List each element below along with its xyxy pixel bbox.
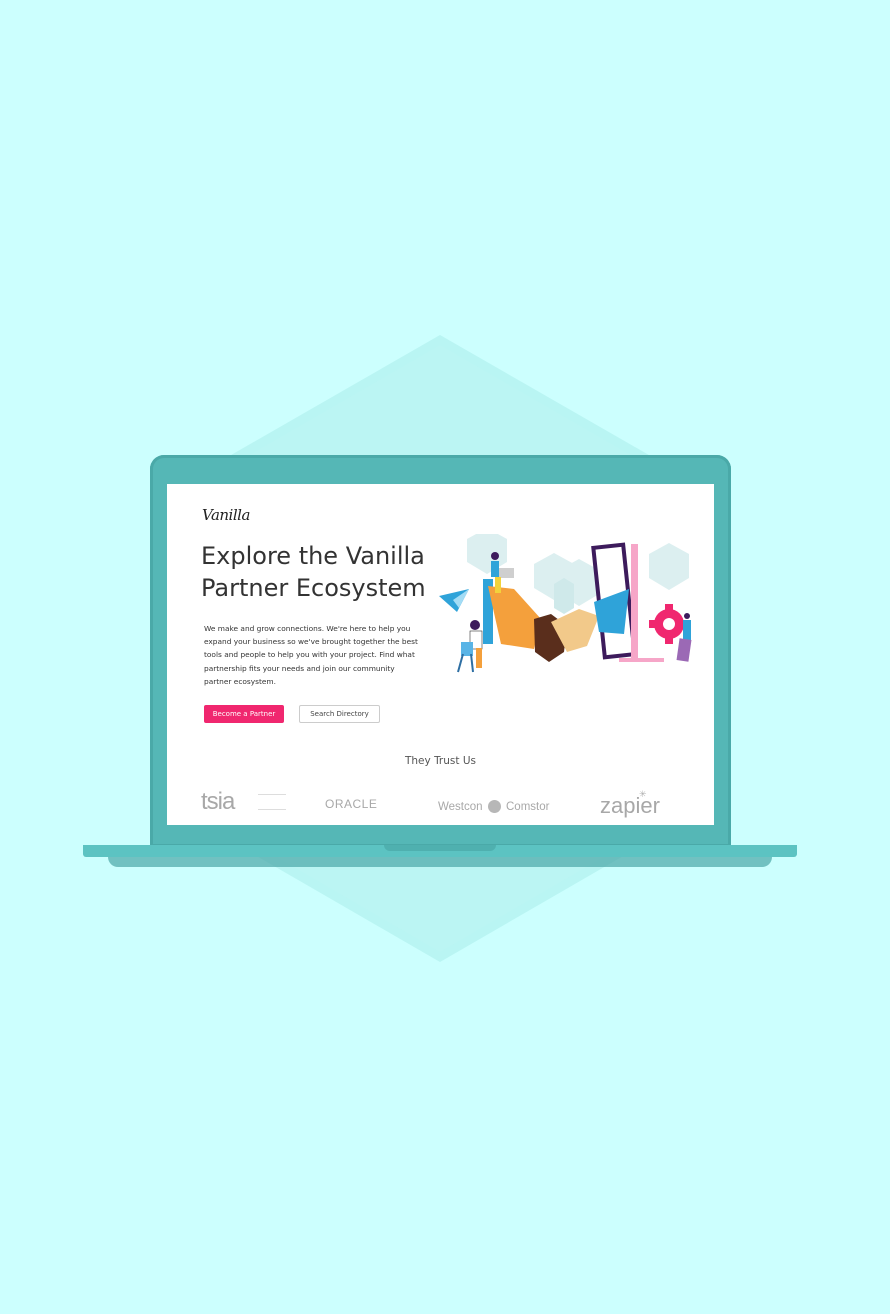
laptop-base-shadow xyxy=(108,857,772,867)
page-description: We make and grow connections. We're here… xyxy=(204,624,418,686)
page-title: Explore the Vanilla Partner Ecosystem xyxy=(201,542,426,602)
comstor-logo: Comstor xyxy=(506,801,550,813)
laptop-screen: Vanilla Explore the Vanilla Partner Ecos… xyxy=(167,484,714,825)
oracle-logo: ORACLE xyxy=(325,797,378,811)
search-directory-button[interactable]: Search Directory xyxy=(299,705,380,723)
partner-logos: tsia ORACLE Westcon Comstor zapier ✳ xyxy=(167,784,714,824)
westcon-comstor-star-icon xyxy=(488,800,501,813)
zapier-logo: zapier xyxy=(600,793,660,818)
zapier-asterisk-icon: ✳ xyxy=(639,789,647,799)
tsia-logo-tagline xyxy=(258,794,286,810)
vanilla-logo[interactable]: Vanilla xyxy=(202,506,250,524)
become-partner-button[interactable]: Become a Partner xyxy=(204,705,284,723)
westcon-logo: Westcon xyxy=(438,801,483,813)
trust-heading: They Trust Us xyxy=(404,755,476,767)
tsia-logo: tsia xyxy=(201,788,235,815)
laptop-notch xyxy=(384,845,496,851)
handshake-illustration xyxy=(439,534,692,673)
